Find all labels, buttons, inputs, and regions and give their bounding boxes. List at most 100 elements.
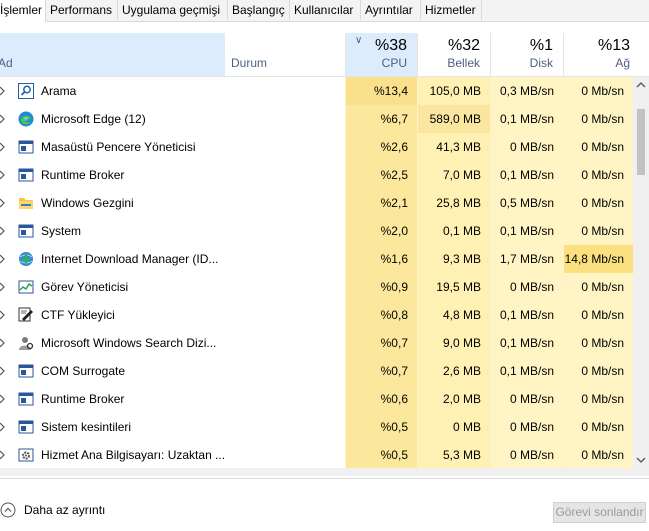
chevron-right-icon[interactable] [0, 337, 8, 349]
process-row[interactable]: Windows Gezgini %2,1 25,8 MB 0,5 MB/sn 0 Mb/… [0, 189, 633, 217]
folder-icon [18, 195, 34, 211]
disk-value: 0 MB/sn [490, 273, 563, 301]
pen-icon [18, 307, 34, 323]
scroll-up-icon[interactable] [633, 77, 649, 93]
chevron-right-icon[interactable] [0, 449, 8, 461]
process-row[interactable]: System %2,0 0,1 MB 0,1 MB/sn 0 Mb/sn [0, 217, 633, 245]
tab-startup[interactable]: Başlangıç [228, 0, 290, 20]
sort-down-icon: ∨ [355, 35, 363, 46]
tab-performance[interactable]: Performans [46, 0, 118, 20]
less-details-button[interactable]: Daha az ayrıntı [0, 501, 105, 519]
chevron-right-icon[interactable] [0, 141, 8, 153]
process-row[interactable]: Hizmet Ana Bilgisayarı: Uzaktan ... %0,5 5… [0, 441, 633, 468]
chevron-right-icon[interactable] [0, 85, 8, 97]
tab-users[interactable]: Kullanıcılar [290, 0, 361, 20]
network-value: 0 Mb/sn [563, 301, 633, 329]
column-network[interactable]: %13 Ağ [563, 33, 649, 76]
tab-label: Uygulama geçmişi [122, 3, 221, 17]
network-value: 0 Mb/sn [563, 105, 633, 133]
process-row[interactable]: Sistem kesintileri %0,5 0 MB 0 MB/sn 0 Mb/sn [0, 413, 633, 441]
cpu-value: %2,1 [345, 189, 417, 217]
process-name: System [41, 224, 82, 238]
process-name: CTF Yükleyici [41, 308, 115, 322]
chevron-right-icon[interactable] [0, 309, 8, 321]
column-memory[interactable]: %32 Bellek [417, 33, 490, 76]
process-row[interactable]: Microsoft Windows Search Dizi... %0,7 9,0 … [0, 329, 633, 357]
memory-value: 41,3 MB [417, 133, 490, 161]
process-row[interactable]: Microsoft Edge (12) %6,7 589,0 MB 0,1 MB/sn… [0, 105, 633, 133]
tab-services[interactable]: Hizmetler [421, 0, 482, 20]
vertical-scrollbar[interactable] [633, 77, 649, 468]
column-status[interactable]: Durum [231, 56, 267, 70]
cpu-value: %1,6 [345, 245, 417, 273]
disk-value: 0 MB/sn [490, 441, 563, 468]
process-name: Masaüstü Pencere Yöneticisi [41, 140, 196, 154]
network-value: 0 Mb/sn [563, 441, 633, 468]
process-row[interactable]: Görev Yöneticisi %0,9 19,5 MB 0 MB/sn 0 Mb/s… [0, 273, 633, 301]
cpu-total: %38 [374, 37, 407, 54]
tab-details[interactable]: Ayrıntılar [361, 0, 421, 20]
process-row[interactable]: Runtime Broker %2,5 7,0 MB 0,1 MB/sn 0 Mb/sn [0, 161, 633, 189]
disk-total: %1 [529, 37, 553, 54]
memory-value: 19,5 MB [417, 273, 490, 301]
cpu-value: %0,7 [345, 357, 417, 385]
network-value: 0 Mb/sn [563, 385, 633, 413]
scroll-down-icon[interactable] [633, 452, 649, 468]
chevron-right-icon[interactable] [0, 421, 8, 433]
window-icon [18, 391, 34, 407]
chevron-right-icon[interactable] [0, 281, 8, 293]
network-value: 0 Mb/sn [563, 329, 633, 357]
process-list: Arama %13,4 105,0 MB 0,3 MB/sn 0 Mb/sn Micros… [0, 77, 633, 468]
chevron-right-icon[interactable] [0, 225, 8, 237]
process-row[interactable]: Runtime Broker %0,6 2,0 MB 0 MB/sn 0 Mb/sn [0, 385, 633, 413]
cpu-value: %2,0 [345, 217, 417, 245]
chevron-right-icon[interactable] [0, 253, 8, 265]
footer: Daha az ayrıntı Görevi sonlandır [0, 478, 649, 531]
tab-app-history[interactable]: Uygulama geçmişi [118, 0, 228, 20]
process-name: Microsoft Windows Search Dizi... [41, 336, 217, 350]
chevron-right-icon[interactable] [0, 169, 8, 181]
disk-value: 0 MB/sn [490, 385, 563, 413]
end-task-button[interactable]: Görevi sonlandır [553, 502, 646, 523]
process-name: Arama [41, 84, 77, 98]
tab-label: Başlangıç [232, 3, 285, 17]
tab-processes[interactable]: İşlemler [0, 0, 46, 22]
chevron-right-icon[interactable] [0, 393, 8, 405]
memory-value: 2,0 MB [417, 385, 490, 413]
process-row[interactable]: Masaüstü Pencere Yöneticisi %2,6 41,3 MB 0 … [0, 133, 633, 161]
column-cpu[interactable]: ∨ %38 CPU [345, 33, 417, 76]
process-row[interactable]: COM Surrogate %0,7 2,6 MB 0,1 MB/sn 0 Mb/sn [0, 357, 633, 385]
network-label: Ağ [615, 56, 630, 70]
process-name: Microsoft Edge (12) [41, 112, 146, 126]
disk-value: 0,1 MB/sn [490, 329, 563, 357]
process-row[interactable]: CTF Yükleyici %0,8 4,8 MB 0,1 MB/sn 0 Mb/sn [0, 301, 633, 329]
process-row[interactable]: Arama %13,4 105,0 MB 0,3 MB/sn 0 Mb/sn [0, 77, 633, 105]
chevron-right-icon[interactable] [0, 197, 8, 209]
tab-label: Ayrıntılar [365, 3, 413, 17]
process-name: Runtime Broker [41, 168, 125, 182]
network-value: 0 Mb/sn [563, 133, 633, 161]
memory-value: 5,3 MB [417, 441, 490, 468]
edge-icon [18, 111, 34, 127]
network-value: 0 Mb/sn [563, 273, 633, 301]
memory-value: 0,1 MB [417, 217, 490, 245]
scrollbar-thumb[interactable] [637, 109, 645, 175]
network-value: 0 Mb/sn [563, 357, 633, 385]
cpu-value: %0,6 [345, 385, 417, 413]
window-icon [18, 167, 34, 183]
process-name: Görev Yöneticisi [41, 280, 129, 294]
process-row[interactable]: Internet Download Manager (ID... %1,6 9,3 … [0, 245, 633, 273]
memory-value: 9,0 MB [417, 329, 490, 357]
chevron-right-icon[interactable] [0, 365, 8, 377]
column-disk[interactable]: %1 Disk [490, 33, 563, 76]
chevron-right-icon[interactable] [0, 113, 8, 125]
memory-value: 0 MB [417, 413, 490, 441]
network-value: 0 Mb/sn [563, 77, 633, 105]
network-value: 0 Mb/sn [563, 217, 633, 245]
download-globe-icon [18, 251, 34, 267]
horizontal-scrollbar[interactable] [0, 468, 649, 476]
disk-value: 0,1 MB/sn [490, 301, 563, 329]
cpu-value: %0,5 [345, 413, 417, 441]
column-name[interactable]: Ad [0, 33, 225, 76]
memory-total: %32 [447, 37, 480, 54]
